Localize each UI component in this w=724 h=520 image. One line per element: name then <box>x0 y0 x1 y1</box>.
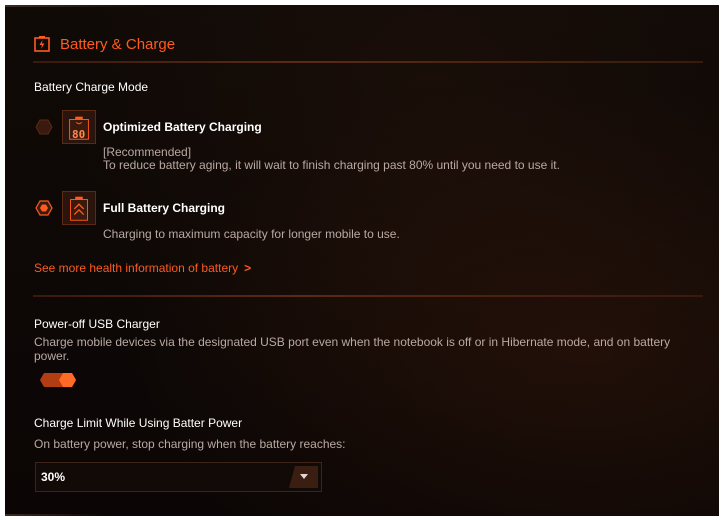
charge-limit-select[interactable]: 30% <box>35 462 322 492</box>
optimized-charging-description: To reduce battery aging, it will wait to… <box>103 158 560 172</box>
page-title: Battery & Charge <box>60 35 176 53</box>
health-info-link-text: See more health information of battery <box>34 261 239 275</box>
usb-charger-toggle[interactable] <box>39 372 77 388</box>
chevron-right-icon: > <box>244 261 252 275</box>
charge-limit-label: Charge Limit While Using Batter Power <box>34 416 243 430</box>
usb-charger-label: Power-off USB Charger <box>34 317 160 331</box>
panel-corner-bottom <box>5 514 105 516</box>
charge-mode-label: Battery Charge Mode <box>34 80 149 94</box>
battery-full-icon <box>62 191 96 225</box>
battery-charge-panel: Battery & Charge Battery Charge Mode 80 … <box>5 5 719 516</box>
charge-limit-description: On battery power, stop charging when the… <box>34 437 346 451</box>
optimized-charging-recommended: [Recommended] <box>103 145 192 159</box>
header-divider <box>33 61 703 63</box>
optimized-charging-radio[interactable] <box>35 118 53 136</box>
health-info-link[interactable]: See more health information of battery > <box>34 261 251 275</box>
panel-corner-top <box>5 5 155 7</box>
chevron-down-icon <box>289 466 318 488</box>
usb-charger-description: Charge mobile devices via the designated… <box>34 335 671 363</box>
optimized-charging-title: Optimized Battery Charging <box>103 120 262 134</box>
battery-charge-icon <box>34 36 50 52</box>
battery-80-text: 80 <box>72 128 86 141</box>
full-charging-description: Charging to maximum capacity for longer … <box>103 227 400 241</box>
battery-80-icon: 80 <box>62 110 96 144</box>
full-charging-radio[interactable] <box>35 199 53 217</box>
charge-limit-value: 30% <box>41 470 66 484</box>
section-divider <box>33 295 703 297</box>
full-charging-title: Full Battery Charging <box>103 201 226 215</box>
section-header: Battery & Charge <box>33 33 175 55</box>
